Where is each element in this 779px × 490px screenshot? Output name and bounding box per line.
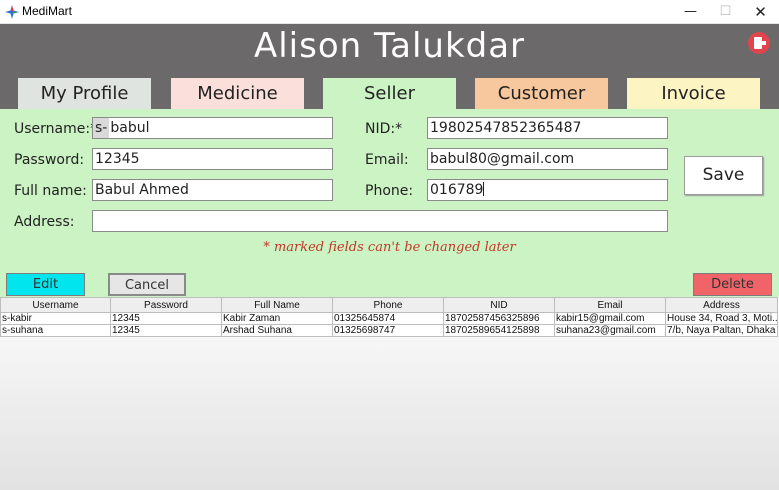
username-value: babul bbox=[110, 120, 150, 136]
window-titlebar: MediMart — ☐ ✕ bbox=[0, 0, 779, 24]
table-cell[interactable]: Arshad Suhana bbox=[221, 324, 333, 337]
table-cell[interactable]: 18702589654125898 bbox=[443, 324, 555, 337]
table-row[interactable]: s-kabir 12345 Kabir Zaman 01325645874 18… bbox=[0, 312, 778, 325]
phone-field[interactable]: 016789 bbox=[427, 179, 668, 201]
table-cell[interactable]: 12345 bbox=[110, 312, 222, 325]
table-cell[interactable]: 01325645874 bbox=[332, 312, 444, 325]
password-field[interactable]: 12345 bbox=[92, 148, 333, 170]
seller-table-area: Username Password Full Name Phone NID Em… bbox=[0, 297, 779, 490]
password-label: Password: bbox=[14, 152, 85, 168]
logout-icon[interactable] bbox=[748, 32, 770, 54]
fullname-label: Full name: bbox=[14, 183, 87, 199]
window-title: MediMart bbox=[22, 4, 73, 18]
table-cell[interactable]: Kabir Zaman bbox=[221, 312, 333, 325]
tab-invoice[interactable]: Invoice bbox=[627, 78, 760, 109]
address-field[interactable] bbox=[92, 210, 668, 232]
column-header-username[interactable]: Username bbox=[0, 297, 111, 313]
table-cell[interactable]: s-kabir bbox=[0, 312, 111, 325]
required-fields-note: * marked fields can't be changed later bbox=[263, 240, 516, 255]
tab-customer[interactable]: Customer bbox=[475, 78, 608, 109]
tab-my-profile[interactable]: My Profile bbox=[18, 78, 151, 109]
column-header-address[interactable]: Address bbox=[665, 297, 778, 313]
fullname-field[interactable]: Babul Ahmed bbox=[92, 179, 333, 201]
address-label: Address: bbox=[14, 214, 75, 230]
table-cell[interactable]: 12345 bbox=[110, 324, 222, 337]
username-label: Username:* bbox=[14, 121, 98, 137]
seller-table: Username Password Full Name Phone NID Em… bbox=[0, 297, 778, 337]
close-button[interactable]: ✕ bbox=[743, 0, 778, 24]
table-cell[interactable]: kabir15@gmail.com bbox=[554, 312, 666, 325]
phone-value: 016789 bbox=[430, 182, 484, 198]
page-title: Alison Talukdar bbox=[253, 26, 526, 66]
email-field[interactable]: babul80@gmail.com bbox=[427, 148, 668, 170]
table-cell[interactable]: suhana23@gmail.com bbox=[554, 324, 666, 337]
table-cell[interactable]: 01325698747 bbox=[332, 324, 444, 337]
column-header-password[interactable]: Password bbox=[110, 297, 222, 313]
column-header-phone[interactable]: Phone bbox=[332, 297, 444, 313]
table-header-row: Username Password Full Name Phone NID Em… bbox=[0, 297, 778, 313]
phone-label: Phone: bbox=[365, 183, 414, 199]
table-cell[interactable]: 18702587456325896 bbox=[443, 312, 555, 325]
nid-label: NID:* bbox=[365, 121, 403, 137]
table-cell[interactable]: 7/b, Naya Paltan, Dhaka bbox=[665, 324, 778, 337]
cancel-button[interactable]: Cancel bbox=[108, 273, 186, 296]
table-cell[interactable]: House 34, Road 3, Moti... bbox=[665, 312, 778, 325]
edit-button[interactable]: Edit bbox=[6, 273, 85, 296]
minimize-button[interactable]: — bbox=[673, 0, 708, 24]
column-header-email[interactable]: Email bbox=[554, 297, 666, 313]
tab-medicine[interactable]: Medicine bbox=[171, 78, 304, 109]
text-cursor bbox=[483, 182, 485, 196]
table-row[interactable]: s-suhana 12345 Arshad Suhana 01325698747… bbox=[0, 324, 778, 337]
delete-button[interactable]: Delete bbox=[693, 273, 772, 296]
nid-field[interactable]: 19802547852365487 bbox=[427, 117, 668, 139]
column-header-nid[interactable]: NID bbox=[443, 297, 555, 313]
maximize-button[interactable]: ☐ bbox=[708, 0, 743, 24]
email-label: Email: bbox=[365, 152, 409, 168]
save-button[interactable]: Save bbox=[684, 156, 763, 195]
app-logo-icon bbox=[5, 5, 19, 19]
table-cell[interactable]: s-suhana bbox=[0, 324, 111, 337]
column-header-full-name[interactable]: Full Name bbox=[221, 297, 333, 313]
username-prefix: s- bbox=[93, 118, 110, 138]
username-field[interactable]: s-babul bbox=[92, 117, 333, 139]
tab-seller[interactable]: Seller bbox=[323, 78, 456, 111]
